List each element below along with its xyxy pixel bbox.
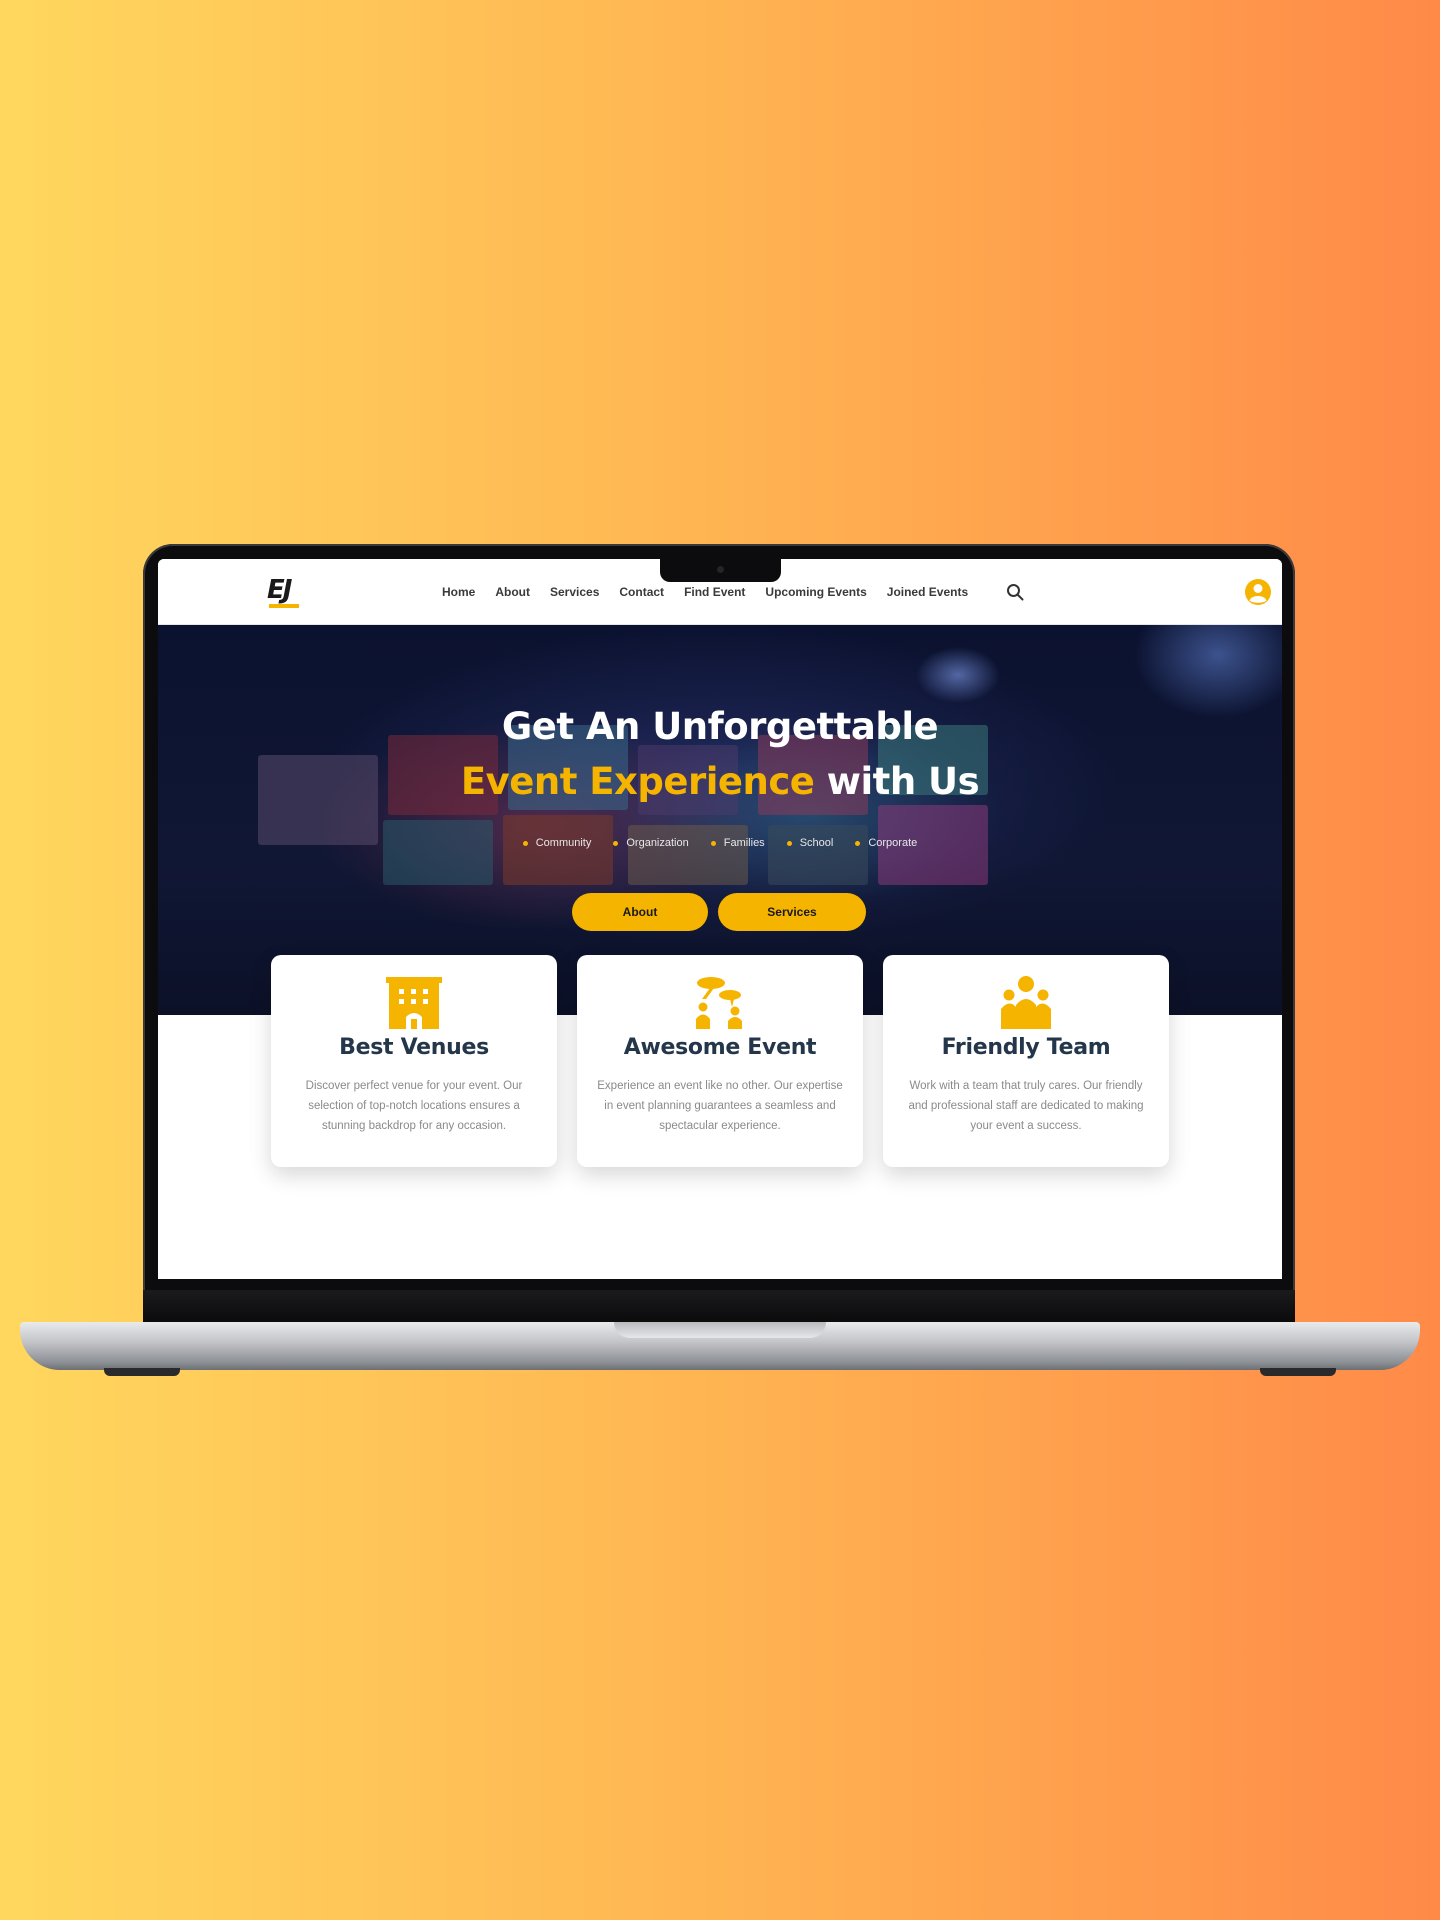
camera-icon xyxy=(717,566,724,573)
nav-upcoming-events[interactable]: Upcoming Events xyxy=(765,585,866,599)
laptop-screen: EJ Home About Services Contact Find Even… xyxy=(158,559,1282,1279)
feature-text: Experience an event like no other. Our e… xyxy=(597,1080,843,1132)
hero-title-rest: with Us xyxy=(814,760,980,803)
hero-title-highlight: Event Experience xyxy=(460,760,815,803)
hero-title-line1: Get An Unforgettable xyxy=(501,705,939,748)
search-icon[interactable] xyxy=(1006,583,1024,601)
logo-text: EJ xyxy=(267,575,292,605)
feature-card-event: Awesome Event Experience an event like n… xyxy=(577,955,863,1167)
nav-home[interactable]: Home xyxy=(442,585,475,599)
category-list: Community Organization Families School C… xyxy=(158,837,1282,849)
logo[interactable]: EJ xyxy=(267,575,301,609)
nav-joined-events[interactable]: Joined Events xyxy=(887,585,968,599)
laptop-foot xyxy=(1260,1368,1336,1376)
nav-about[interactable]: About xyxy=(495,585,530,599)
feature-text: Discover perfect venue for your event. O… xyxy=(305,1080,523,1132)
feature-card-venues: Best Venues Discover perfect venue for y… xyxy=(271,955,557,1167)
laptop-chin xyxy=(143,1290,1295,1324)
building-icon xyxy=(386,977,442,1029)
account-icon[interactable] xyxy=(1244,578,1272,606)
logo-underline xyxy=(269,604,299,608)
feature-title: Friendly Team xyxy=(941,1035,1111,1060)
feature-text: Work with a team that truly cares. Our f… xyxy=(908,1080,1144,1132)
services-button[interactable]: Services xyxy=(718,893,866,931)
team-icon xyxy=(1001,976,1051,1029)
feature-title: Best Venues xyxy=(339,1035,489,1060)
laptop-notch xyxy=(660,559,781,582)
category-item: School xyxy=(787,837,834,849)
laptop-foot xyxy=(104,1368,180,1376)
feature-title: Awesome Event xyxy=(623,1035,817,1060)
category-item: Organization xyxy=(613,837,688,849)
category-item: Corporate xyxy=(855,837,917,849)
hero-title-line2: Event Experience with Us xyxy=(158,760,1282,803)
nav-contact[interactable]: Contact xyxy=(619,585,664,599)
about-button[interactable]: About xyxy=(572,893,708,931)
category-item: Community xyxy=(523,837,592,849)
nav-services[interactable]: Services xyxy=(550,585,599,599)
laptop-base-notch xyxy=(614,1322,826,1338)
feature-card-team: Friendly Team Work with a team that trul… xyxy=(883,955,1169,1167)
nav-find-event[interactable]: Find Event xyxy=(684,585,745,599)
category-item: Families xyxy=(711,837,765,849)
people-event-icon xyxy=(696,977,742,1029)
